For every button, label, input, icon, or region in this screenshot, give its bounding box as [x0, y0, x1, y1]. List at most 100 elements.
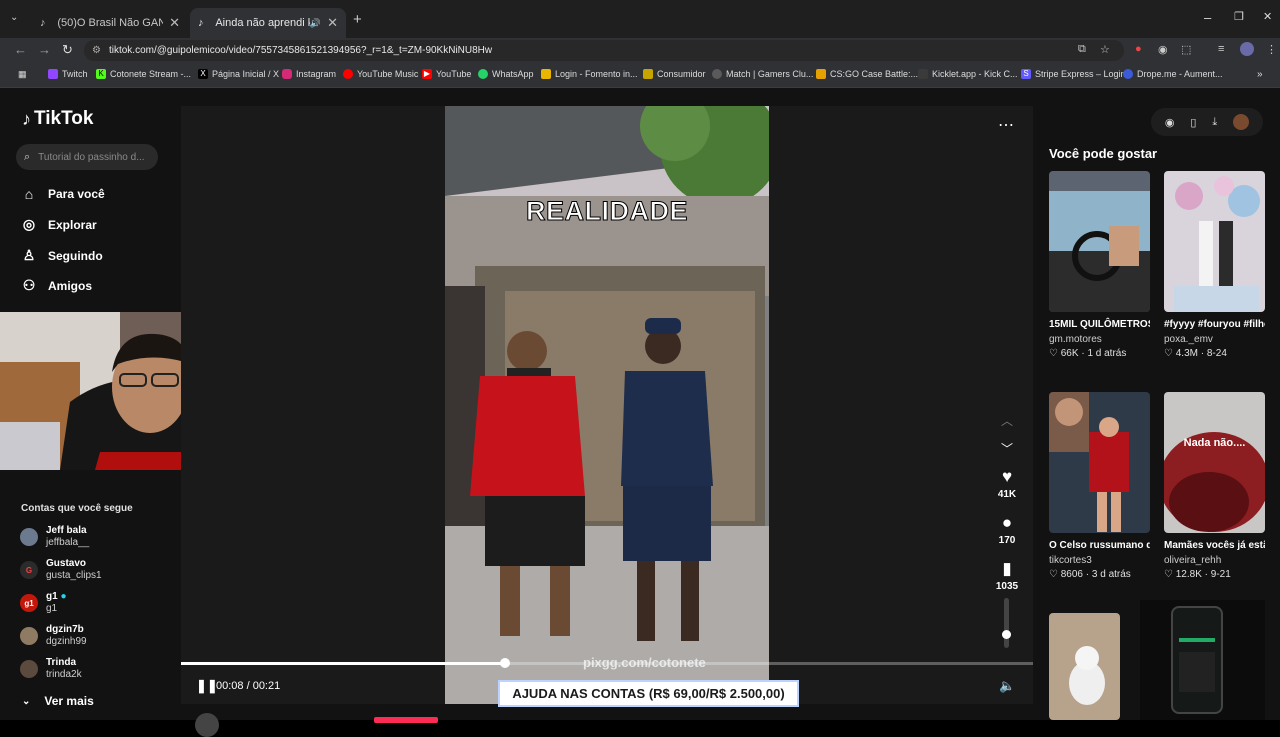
tab-search-icon[interactable]: ⌄	[10, 12, 18, 23]
maximize-button[interactable]: ❐	[1234, 10, 1244, 23]
bookmark-match[interactable]: Match | Gamers Clu...	[712, 69, 813, 79]
new-tab-button[interactable]: +	[353, 11, 362, 28]
bookmark-twitch[interactable]: Twitch	[48, 69, 88, 79]
recommended-video-card[interactable]: O Celso russumano do nado KKKKKKK... tik…	[1049, 392, 1150, 580]
nav-para-voce[interactable]: ⌂ Para você	[20, 186, 105, 202]
progress-knob[interactable]	[500, 658, 510, 668]
install-app-icon[interactable]: ⧉	[1078, 43, 1086, 56]
recommended-video-card[interactable]: 15MIL QUILÔMETROS DE... gm.motores ♡ 66K…	[1049, 171, 1150, 359]
profile-avatar[interactable]	[1240, 42, 1254, 56]
bookmark-youtube[interactable]: ▶ YouTube	[422, 69, 471, 79]
followed-account[interactable]: G Gustavo gusta_clips1	[20, 558, 102, 582]
author-avatar[interactable]	[195, 713, 219, 737]
back-icon[interactable]: ←	[14, 42, 27, 57]
account-handle: jeffbala__	[46, 537, 90, 548]
menu-kebab-icon[interactable]: ⋮	[1266, 43, 1277, 56]
heart-icon: ♥	[1001, 467, 1013, 486]
bookmark-label: Drope.me - Aument...	[1137, 69, 1223, 79]
bookmark-csgo[interactable]: CS:GO Case Battle:...	[816, 69, 918, 79]
bookmark-consumidor[interactable]: Consumidor	[643, 69, 706, 79]
close-tab-icon[interactable]: ✕	[169, 15, 180, 31]
see-more-label: Ver mais	[44, 694, 94, 708]
audio-playing-icon[interactable]: 🔊	[310, 18, 321, 29]
card-title: Mamães vocês já estão se preparand...	[1164, 540, 1265, 551]
previous-video-icon[interactable]: ︿	[1001, 412, 1013, 429]
bookmark-whatsapp[interactable]: WhatsApp	[478, 69, 534, 79]
account-name: dgzin7b	[46, 624, 84, 635]
recommended-video-thumbnail[interactable]	[1049, 613, 1120, 720]
browser-tab-1[interactable]: ♪ (50)O Brasil Não GANHARÁ a C ✕	[32, 8, 188, 38]
tiktok-logo[interactable]: ♪ TikTok	[22, 108, 93, 130]
bookmark-x[interactable]: X Página Inicial / X	[198, 69, 279, 79]
bookmark-label: CS:GO Case Battle:...	[830, 69, 919, 79]
bookmark-youtube-music[interactable]: YouTube Music	[343, 69, 418, 79]
account-name: Gustavo	[46, 558, 87, 569]
recommended-video-card[interactable]: #fyyyy #fouryou #filho... poxa._emv ♡ 4.…	[1164, 171, 1265, 359]
nav-seguindo[interactable]: ♙ Seguindo	[20, 247, 103, 264]
card-date: 9-21	[1210, 569, 1231, 580]
twitch-icon	[48, 69, 58, 79]
heart-outline-icon: ♡	[1049, 569, 1058, 580]
user-avatar[interactable]	[1233, 114, 1250, 130]
tab-title: (50)O Brasil Não GANHARÁ a C	[57, 17, 164, 29]
followed-account[interactable]: dgzin7b dgzinh99	[20, 624, 87, 648]
media-control-icon[interactable]: ≡	[1218, 43, 1224, 55]
site-info-icon[interactable]: ⚙	[92, 45, 101, 56]
search-input[interactable]: ⌕ Tutorial do passinho d...	[16, 144, 158, 170]
bookmark-star-icon[interactable]: ☆	[1100, 43, 1110, 56]
card-title: O Celso russumano do nado KKKKKKK...	[1049, 540, 1150, 551]
avatar: G	[20, 561, 38, 579]
bookmark-instagram[interactable]: Instagram	[282, 69, 336, 79]
nav-explorar[interactable]: ◎ Explorar	[20, 216, 97, 233]
bookmark-drope[interactable]: Drope.me - Aument...	[1123, 69, 1223, 79]
bookmark-label: Página Inicial / X	[212, 69, 280, 79]
more-bookmarks-icon[interactable]: »	[1257, 69, 1263, 80]
address-bar[interactable]: ⚙ tiktok.com/@guipolemicoo/video/7557345…	[84, 40, 1124, 61]
save-button[interactable]: ▮ 1035	[995, 559, 1019, 592]
phone-mockup	[1171, 606, 1223, 714]
nav-amigos[interactable]: ⚇ Amigos	[20, 277, 92, 294]
phone-icon[interactable]: ▯	[1190, 116, 1196, 129]
pause-icon[interactable]: ❚❚	[196, 678, 218, 694]
bookmark-cotonete[interactable]: K Cotonete Stream -...	[96, 69, 191, 79]
home-icon: ⌂	[24, 186, 34, 202]
extension-icon[interactable]: ●	[1135, 43, 1142, 55]
avatar	[20, 528, 38, 546]
compass-icon[interactable]: ◉	[1165, 116, 1175, 129]
close-window-button[interactable]: ✕	[1263, 10, 1272, 23]
forward-icon[interactable]: →	[38, 42, 51, 57]
close-tab-icon[interactable]: ✕	[327, 15, 338, 31]
comment-button[interactable]: ● 170	[995, 513, 1019, 546]
reload-icon[interactable]: ↻	[62, 42, 73, 58]
followed-account[interactable]: g1 g1 ● g1	[20, 591, 67, 615]
next-video-icon[interactable]: ﹀	[1001, 440, 1013, 457]
more-options-icon[interactable]: ⋯	[998, 115, 1014, 135]
followed-account[interactable]: Trinda trinda2k	[20, 657, 82, 681]
extensions-puzzle-icon[interactable]: ⬚	[1181, 43, 1191, 56]
recommended-video-card[interactable]: Nada não.... Mamães vocês já estão se pr…	[1164, 392, 1265, 580]
card-stats: ♡ 66K · 1 d atrás	[1049, 348, 1127, 359]
account-handle: g1	[46, 603, 58, 614]
followed-account[interactable]: Jeff bala jeffbala__	[20, 525, 89, 549]
volume-icon[interactable]: 🔈	[999, 678, 1015, 694]
follow-button[interactable]	[374, 717, 438, 723]
match-icon	[712, 69, 722, 79]
volume-slider-track[interactable]	[1004, 598, 1009, 648]
volume-slider-knob[interactable]	[1002, 630, 1011, 639]
bookmark-kicklet[interactable]: Kicklet.app - Kick C...	[918, 69, 1018, 79]
download-icon[interactable]: ⤓	[1212, 116, 1217, 129]
extension-icon[interactable]: ◉	[1158, 43, 1168, 56]
see-more-button[interactable]: ⌄ Ver mais	[22, 694, 94, 708]
heart-outline-icon: ♡	[1164, 348, 1173, 359]
like-button[interactable]: ♥ 41K	[995, 467, 1019, 500]
thumbnail-image	[1164, 392, 1265, 533]
apps-grid-icon[interactable]: ▦	[18, 69, 27, 80]
bookmark-stripe[interactable]: S Stripe Express – Login	[1021, 69, 1126, 79]
tiktok-favicon-icon: ♪	[40, 17, 46, 29]
bookmark-label: Kicklet.app - Kick C...	[932, 69, 1018, 79]
compass-icon: ◎	[22, 216, 36, 232]
account-name: Jeff bala	[46, 525, 87, 536]
minimize-button[interactable]: –	[1204, 10, 1211, 25]
browser-tab-2[interactable]: ♪ Ainda não aprendi kkkkkk 🔊 ✕	[190, 8, 346, 38]
bookmark-fomento[interactable]: Login - Fomento in...	[541, 69, 638, 79]
